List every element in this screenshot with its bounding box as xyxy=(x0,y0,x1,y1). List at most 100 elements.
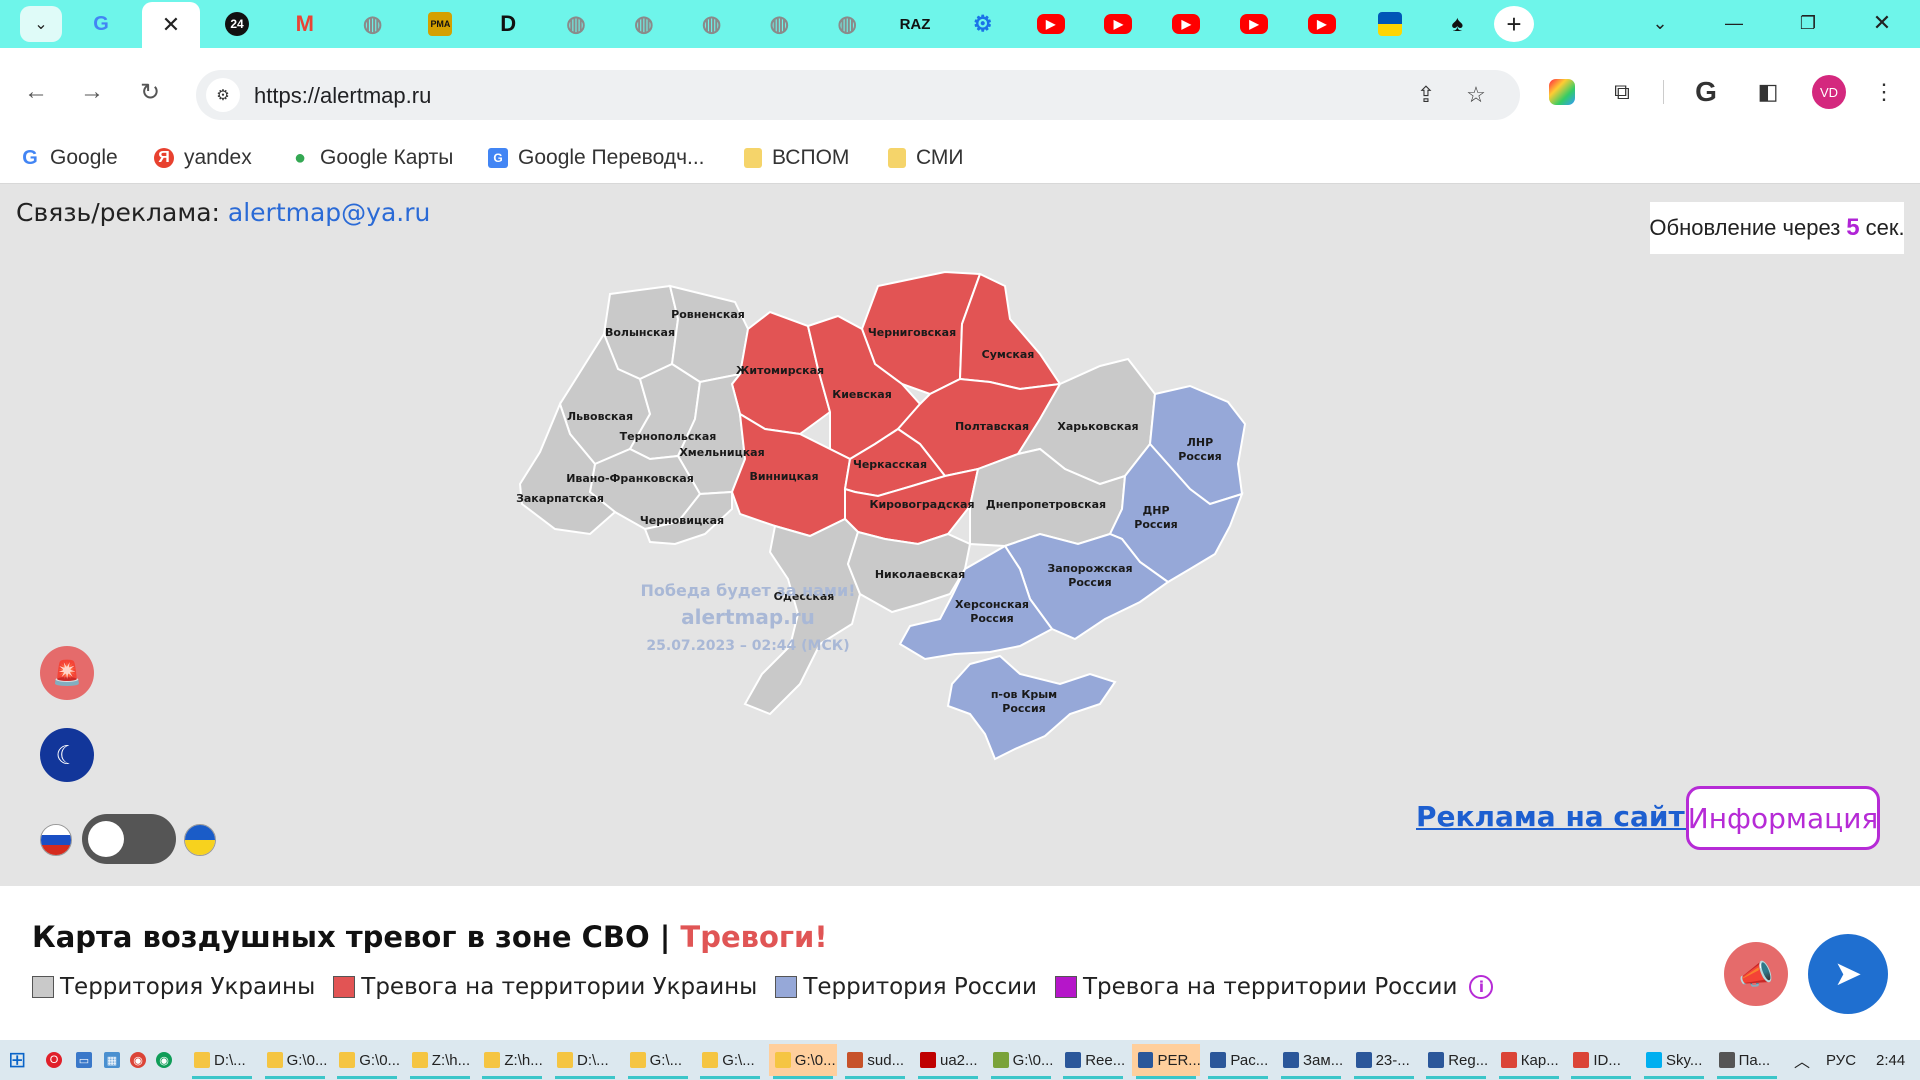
tab[interactable]: ▶ xyxy=(1085,6,1151,42)
taskbar-item[interactable]: Кар... xyxy=(1495,1044,1563,1079)
taskbar-label: PER... xyxy=(1157,1051,1200,1069)
bookmark-item[interactable]: ● Google Карты xyxy=(290,146,453,170)
tab-google[interactable]: G xyxy=(68,6,134,42)
reload-button[interactable]: ↻ xyxy=(130,72,170,112)
taskbar-item[interactable]: PER... xyxy=(1131,1044,1200,1079)
tab[interactable]: ◍ xyxy=(340,6,406,42)
taskbar-underline xyxy=(1353,1076,1414,1079)
clock[interactable]: 2:44 xyxy=(1876,1044,1905,1076)
tab-list-button[interactable]: ⌄ xyxy=(1630,0,1690,46)
app-taskbar-button[interactable]: ▭ xyxy=(76,1044,92,1076)
tab[interactable]: ◍ xyxy=(679,6,745,42)
taskbar-item[interactable]: Z:\h... xyxy=(406,1044,474,1079)
bookmark-item[interactable]: СМИ xyxy=(888,146,964,170)
opera-taskbar-button[interactable]: O xyxy=(46,1044,62,1076)
legend-swatch xyxy=(32,976,54,998)
share-icon[interactable]: ⇪ xyxy=(1410,80,1442,110)
ukraine-flag-icon[interactable] xyxy=(184,824,216,856)
language-indicator[interactable]: РУС xyxy=(1826,1044,1856,1076)
tab[interactable]: 24 xyxy=(204,6,270,42)
side-panel-icon[interactable]: ◧ xyxy=(1750,74,1786,110)
start-button[interactable]: ⊞ xyxy=(8,1044,26,1076)
russia-flag-icon[interactable] xyxy=(40,824,72,856)
taskbar-item[interactable]: Па... xyxy=(1713,1044,1781,1079)
tab[interactable]: ⚙ xyxy=(950,6,1016,42)
taskbar-item[interactable]: G:\0... xyxy=(261,1044,329,1079)
tab[interactable]: ▶ xyxy=(1153,6,1219,42)
taskbar-item[interactable]: Sky... xyxy=(1640,1044,1708,1079)
advertising-link[interactable]: Реклама на сайте xyxy=(1416,800,1704,833)
tab[interactable]: RAZ xyxy=(882,6,948,42)
extension-lens-icon[interactable] xyxy=(1544,74,1580,110)
tray-expand-button[interactable]: ︿ xyxy=(1794,1044,1810,1076)
restore-icon: ❐ xyxy=(1799,12,1817,33)
taskbar-item[interactable]: G:\0... xyxy=(768,1044,837,1079)
taskbar-item[interactable]: D:\... xyxy=(188,1044,256,1079)
tab[interactable]: ◍ xyxy=(814,6,880,42)
new-tab-button[interactable]: + xyxy=(1494,6,1534,42)
minimize-button[interactable]: — xyxy=(1704,0,1764,46)
restore-button[interactable]: ❐ xyxy=(1778,0,1838,46)
kebab-menu-icon[interactable]: ⋮ xyxy=(1866,74,1902,110)
taskbar-item[interactable]: G:\... xyxy=(624,1044,692,1079)
bookmark-item[interactable]: G Google xyxy=(20,146,118,170)
tab-active[interactable]: ✕ xyxy=(142,2,200,48)
chrome-taskbar-button[interactable]: ◉ xyxy=(156,1044,172,1076)
star-icon[interactable]: ☆ xyxy=(1460,80,1492,110)
taskbar-item[interactable]: ID... xyxy=(1567,1044,1635,1079)
tab[interactable]: ▶ xyxy=(1289,6,1355,42)
taskbar-item[interactable]: Z:\h... xyxy=(478,1044,546,1079)
tab[interactable]: ♠ xyxy=(1424,6,1490,42)
site-settings-icon[interactable]: ⚙ xyxy=(206,78,240,112)
address-bar[interactable]: ⚙ https://alertmap.ru ⇪ ☆ xyxy=(196,70,1520,120)
info-button[interactable]: Информация xyxy=(1686,786,1880,850)
taskbar-item[interactable]: sud... xyxy=(841,1044,909,1079)
info-circle-icon[interactable]: i xyxy=(1469,975,1494,999)
tab-search-button[interactable]: ⌄ xyxy=(20,6,62,42)
alarm-siren-button[interactable]: 🚨 xyxy=(40,646,94,700)
taskbar-item[interactable]: Рас... xyxy=(1204,1044,1272,1079)
taskbar-item[interactable]: G:\... xyxy=(696,1044,764,1079)
taskbar-item[interactable]: ua2... xyxy=(914,1044,982,1079)
app-taskbar-button[interactable]: ▦ xyxy=(104,1044,120,1076)
contact-email-link[interactable]: alertmap@ya.ru xyxy=(228,198,430,227)
taskbar-label: Ree... xyxy=(1085,1051,1126,1069)
announce-button[interactable]: 📣 xyxy=(1724,942,1788,1006)
tab[interactable]: ▶ xyxy=(1221,6,1287,42)
toggle-knob xyxy=(88,821,124,857)
taskbar-item[interactable]: Ree... xyxy=(1059,1044,1127,1079)
url-text[interactable]: https://alertmap.ru xyxy=(254,83,431,109)
tab[interactable]: ◍ xyxy=(543,6,609,42)
telegram-icon: ➤ xyxy=(1833,955,1863,993)
taskbar-item[interactable]: Reg... xyxy=(1422,1044,1490,1079)
tab[interactable]: ◍ xyxy=(746,6,812,42)
language-toggle[interactable] xyxy=(82,814,176,864)
tab[interactable]: ▶ xyxy=(1018,6,1084,42)
bookmark-item[interactable]: Яyandex xyxy=(154,146,252,170)
bookmark-item[interactable]: G Google Переводч... xyxy=(488,146,705,170)
forward-button[interactable]: → xyxy=(72,72,112,112)
extensions-puzzle-icon[interactable]: ⧉ xyxy=(1604,74,1640,110)
tab[interactable]: M xyxy=(272,6,338,42)
youtube-icon: ▶ xyxy=(1172,14,1201,34)
taskbar-item[interactable]: Зам... xyxy=(1277,1044,1345,1079)
back-button[interactable]: ← xyxy=(16,72,56,112)
close-icon[interactable]: ✕ xyxy=(162,12,180,38)
google-icon[interactable]: G xyxy=(1688,74,1724,110)
taskbar-item[interactable]: 23-... xyxy=(1350,1044,1418,1079)
avatar[interactable]: VD xyxy=(1812,75,1846,109)
taskbar-item[interactable]: G:\0... xyxy=(333,1044,401,1079)
region-sumy[interactable] xyxy=(958,272,1062,391)
bookmark-item[interactable]: ВСПОМ xyxy=(744,146,849,170)
telegram-button[interactable]: ➤ xyxy=(1808,934,1888,1014)
tab[interactable] xyxy=(1357,6,1423,42)
chrome-taskbar-button[interactable]: ◉ xyxy=(130,1044,146,1076)
tab[interactable]: D xyxy=(475,6,541,42)
taskbar-item[interactable]: G:\0... xyxy=(987,1044,1055,1079)
close-window-button[interactable]: ✕ xyxy=(1852,0,1912,46)
tab[interactable]: РМА xyxy=(407,6,473,42)
chrome-icon xyxy=(1500,1052,1517,1068)
tab[interactable]: ◍ xyxy=(611,6,677,42)
dark-mode-button[interactable]: ☾ xyxy=(40,728,94,782)
taskbar-item[interactable]: D:\... xyxy=(551,1044,619,1079)
